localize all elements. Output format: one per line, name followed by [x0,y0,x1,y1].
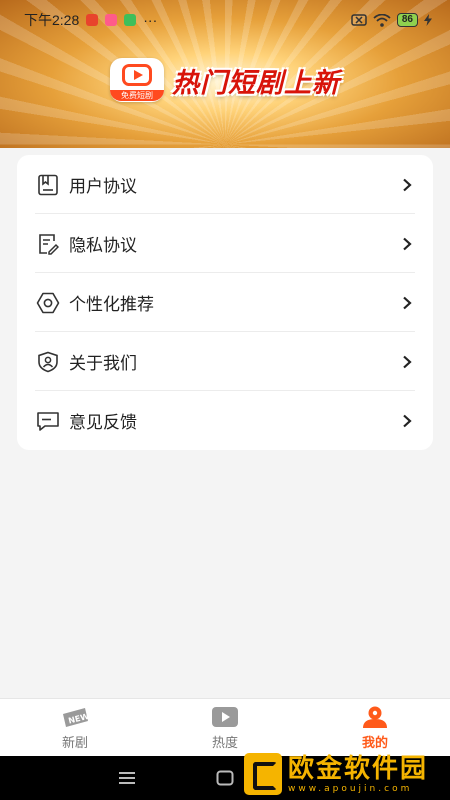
menu-item-user-agreement[interactable]: 用户协议 [17,155,433,214]
watermark-url: www.apoujin.com [288,784,413,794]
watermark-logo [244,753,282,795]
play-icon [122,64,152,86]
watermark: 欧金软件园 www.apoujin.com [244,748,444,800]
menu-item-label: 个性化推荐 [69,295,154,315]
play-video-icon [210,704,240,730]
settings-menu: 用户协议 隐私协议 个性化推荐 关于我们 意见反馈 [17,155,433,450]
menu-item-feedback[interactable]: 意见反馈 [17,391,433,450]
tab-label: 新剧 [61,736,88,751]
notification-app-icon [105,14,118,26]
battery-indicator: 86 [396,13,418,27]
header-banner: 下午2:28 ··· 86 免费短剧 热门短剧上新 [0,0,450,148]
document-icon [35,172,61,198]
menu-item-label: 隐私协议 [69,236,137,256]
banner-title: 热门短剧上新 [172,67,340,99]
menu-item-privacy-policy[interactable]: 隐私协议 [17,214,433,273]
charging-icon [424,14,432,26]
menu-item-about-us[interactable]: 关于我们 [17,332,433,391]
gear-icon [35,290,61,316]
app-logo-text: 免费短剧 [110,90,164,101]
message-icon [35,408,61,434]
tab-new-dramas[interactable]: NEW 新剧 [0,699,150,756]
menu-icon[interactable] [118,770,136,790]
status-bar: 下午2:28 ··· 86 [0,0,450,40]
status-time: 下午2:28 [24,12,80,28]
menu-item-label: 用户协议 [69,177,137,197]
edit-document-icon [35,231,61,257]
chevron-right-icon [399,177,415,193]
more-notifications-icon: ··· [143,12,158,28]
menu-item-label: 关于我们 [69,354,137,374]
wifi-icon [373,13,391,27]
banner-promo[interactable]: 免费短剧 热门短剧上新 [0,55,450,105]
tab-label: 热度 [211,736,238,751]
app-logo: 免费短剧 [110,58,164,102]
new-badge-icon: NEW [60,704,90,730]
chevron-right-icon [399,413,415,429]
watermark-title: 欧金软件园 [288,754,429,784]
profile-icon [360,704,390,730]
chevron-right-icon [399,295,415,311]
menu-item-label: 意见反馈 [69,413,137,433]
user-shield-icon [35,349,61,375]
home-icon[interactable] [216,770,234,790]
menu-item-personalized-recommendation[interactable]: 个性化推荐 [17,273,433,332]
sim-off-icon [351,14,367,26]
notification-app-icon [124,14,137,26]
chevron-right-icon [399,236,415,252]
chevron-right-icon [399,354,415,370]
notification-app-icon [86,14,99,26]
